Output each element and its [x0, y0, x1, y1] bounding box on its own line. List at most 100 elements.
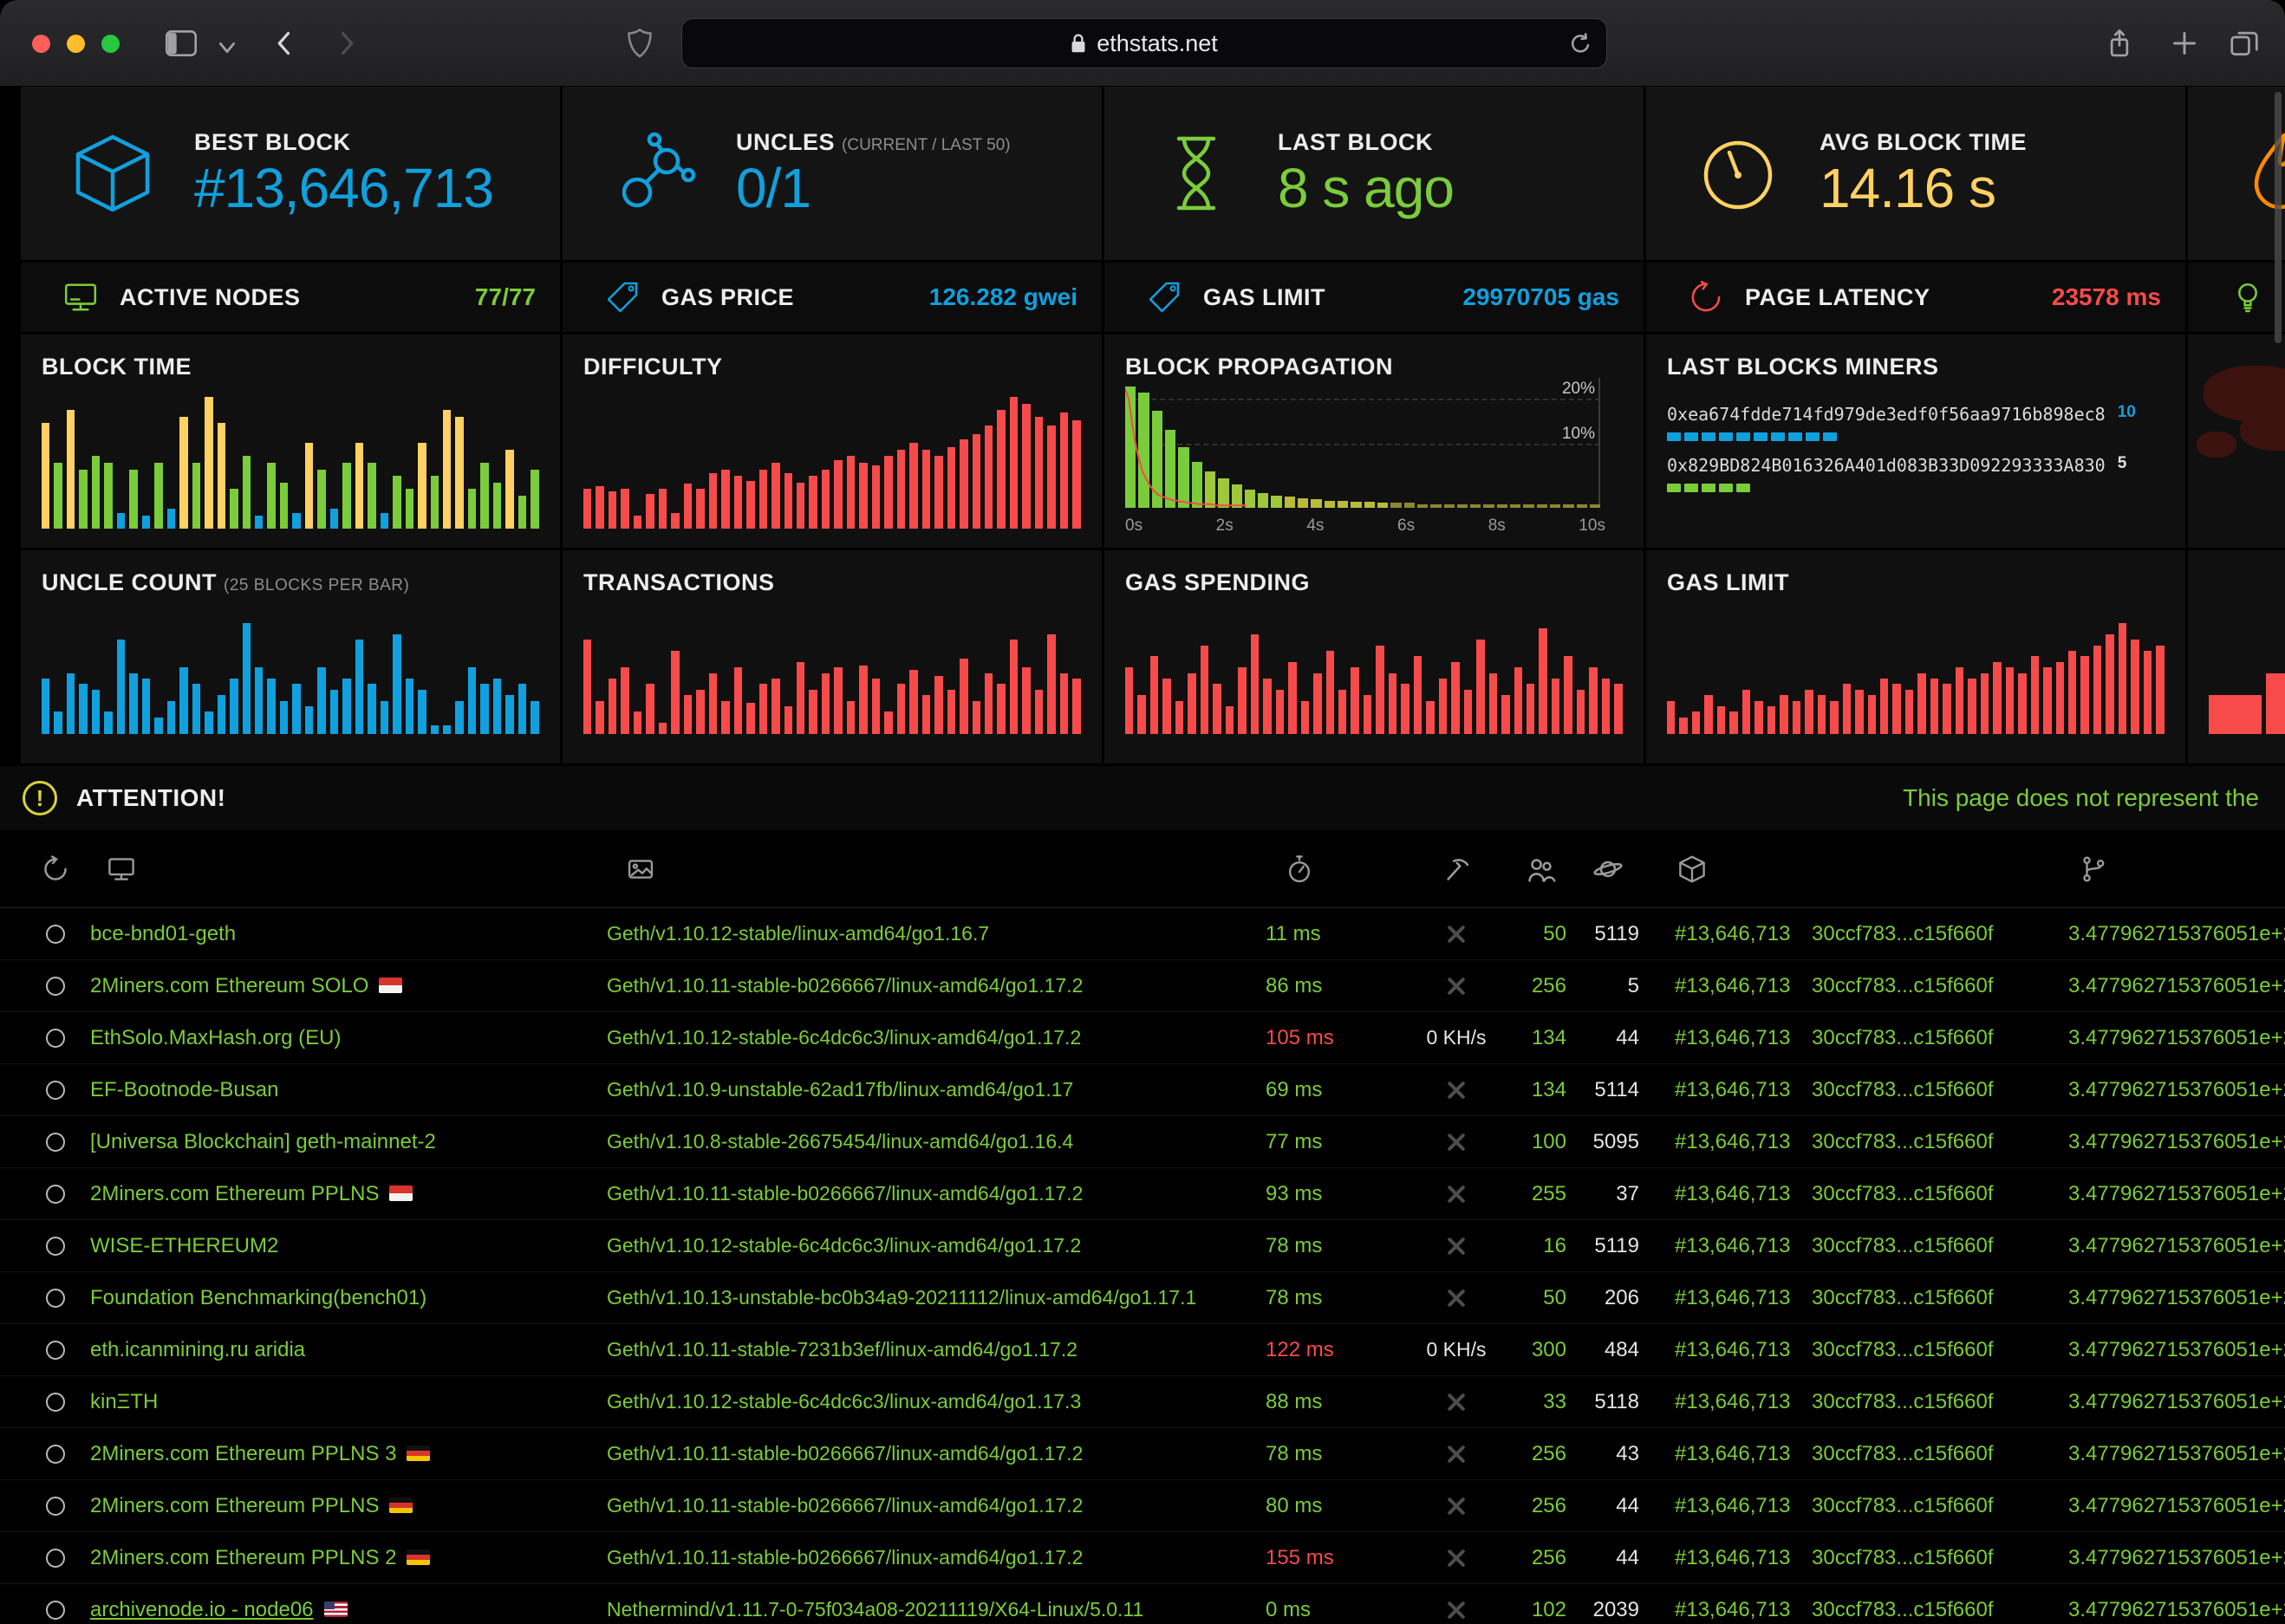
zoom-window-button[interactable] [101, 35, 120, 53]
node-status-icon[interactable] [46, 1497, 65, 1516]
miner-block-square [1771, 432, 1785, 441]
node-status-icon[interactable] [46, 1081, 65, 1100]
chart-bar [1364, 502, 1375, 508]
back-button-icon[interactable] [270, 29, 298, 58]
chart-bar [1060, 412, 1068, 529]
node-status-icon[interactable] [46, 1029, 65, 1048]
node-status-icon[interactable] [46, 977, 65, 996]
table-row[interactable]: EF-Bootnode-BusanGeth/v1.10.9-unstable-6… [0, 1064, 2285, 1116]
uncles-card: UNCLES(CURRENT / LAST 50) 0/1 [563, 87, 1102, 260]
chart-bar [847, 701, 855, 734]
block-time-chart-card: BLOCK TIME [21, 335, 560, 548]
flag-de-icon [389, 1497, 413, 1513]
chart-bar [721, 701, 729, 734]
chart-bar [42, 679, 49, 734]
node-status-icon[interactable] [46, 1341, 65, 1360]
sidebar-chevron-down-icon[interactable] [218, 42, 236, 54]
node-status-icon[interactable] [46, 1133, 65, 1152]
node-status-icon[interactable] [46, 1549, 65, 1568]
chart-bar [305, 443, 313, 529]
table-row[interactable]: 2Miners.com Ethereum PPLNS 3Geth/v1.10.1… [0, 1428, 2285, 1480]
miner-block-square [1702, 432, 1715, 441]
node-pending: 5119 [1594, 922, 1639, 945]
chart-bar [42, 423, 49, 529]
address-bar[interactable]: ethstats.net [681, 18, 1607, 68]
table-row[interactable]: Foundation Benchmarking(bench01)Geth/v1.… [0, 1272, 2285, 1324]
node-status-icon[interactable] [46, 1237, 65, 1256]
new-tab-icon[interactable] [2171, 29, 2198, 57]
table-row[interactable]: EthSolo.MaxHash.org (EU)Geth/v1.10.12-st… [0, 1012, 2285, 1064]
node-block-hash: 30ccf783...c15f660f [1812, 1286, 1993, 1309]
chart-bar [834, 460, 842, 529]
node-last-block: #13,646,713 [1675, 1338, 1790, 1361]
avg-block-time-value: 14.16 s [1820, 159, 2027, 218]
charts-row-1: BLOCK TIME DIFFICULTY BLOCK PROPAGATION … [21, 335, 2285, 548]
node-status-icon[interactable] [46, 1601, 65, 1620]
reload-icon[interactable] [1568, 31, 1592, 63]
chart-bar [1351, 502, 1361, 508]
chart-bar [684, 695, 692, 734]
node-block-hash: 30ccf783...c15f660f [1812, 1338, 1993, 1361]
forward-button-icon[interactable] [333, 29, 361, 58]
node-name: WISE-ETHEREUM2 [90, 1234, 278, 1257]
node-total-difficulty: 3.477962715376051e+21 [2068, 1546, 2285, 1569]
node-last-block: #13,646,713 [1675, 1286, 1790, 1309]
node-peers: 255 [1532, 1182, 1566, 1205]
chart-bar [1226, 706, 1234, 734]
table-row[interactable]: WISE-ETHEREUM2Geth/v1.10.12-stable-6c4dc… [0, 1220, 2285, 1272]
table-row[interactable]: 2Miners.com Ethereum PPLNSGeth/v1.10.11-… [0, 1480, 2285, 1532]
node-pending: 206 [1605, 1286, 1639, 1309]
chart-bar [1550, 504, 1560, 508]
vertical-scrollbar[interactable] [2275, 92, 2282, 343]
privacy-shield-icon[interactable] [626, 28, 654, 59]
node-status-icon[interactable] [46, 1393, 65, 1412]
tab-overview-icon[interactable] [2230, 29, 2259, 57]
chart-bar [1404, 503, 1415, 508]
node-status-icon[interactable] [46, 925, 65, 944]
node-block-hash: 30ccf783...c15f660f [1812, 1234, 1993, 1257]
table-row[interactable]: eth.icanmining.ru aridiaGeth/v1.10.11-st… [0, 1324, 2285, 1376]
chart-bar [784, 473, 792, 529]
chart-bar [1892, 684, 1900, 734]
sidebar-toggle-icon[interactable] [165, 29, 198, 57]
chart-bar [381, 513, 388, 529]
table-row[interactable]: bce-bnd01-gethGeth/v1.10.12-stable/linux… [0, 908, 2285, 960]
table-row[interactable]: 2Miners.com Ethereum PPLNSGeth/v1.10.11-… [0, 1168, 2285, 1220]
minimize-window-button[interactable] [67, 35, 85, 53]
chart-bar [1298, 498, 1308, 508]
chart-bar [292, 513, 300, 529]
node-status-icon[interactable] [46, 1185, 65, 1204]
chart-bar [493, 483, 501, 529]
table-row[interactable]: [Universa Blockchain] geth-mainnet-2Geth… [0, 1116, 2285, 1168]
chart-bar [292, 684, 300, 734]
chart-bar [243, 623, 251, 734]
table-row[interactable]: 2Miners.com Ethereum SOLOGeth/v1.10.11-s… [0, 960, 2285, 1012]
node-peers: 134 [1532, 1078, 1566, 1101]
node-latency: 78 ms [1266, 1286, 1322, 1309]
node-last-block: #13,646,713 [1675, 1182, 1790, 1205]
table-row[interactable]: 2Miners.com Ethereum PPLNS 2Geth/v1.10.1… [0, 1532, 2285, 1584]
node-status-icon[interactable] [46, 1289, 65, 1308]
node-block-hash: 30ccf783...c15f660f [1812, 1442, 1993, 1465]
node-client: Geth/v1.10.11-stable-7231b3ef/linux-amd6… [607, 1338, 1077, 1361]
client-image-icon [624, 854, 657, 884]
chart-bar [1483, 504, 1494, 508]
attention-icon: ! [23, 781, 57, 815]
gas-limit-card: GAS LIMIT 29970705 gas [1104, 263, 1644, 332]
x-axis-label: 10s [1579, 516, 1605, 536]
chart-bar [2144, 651, 2152, 734]
mining-off-icon [1445, 975, 1468, 997]
chart-bar [406, 489, 413, 529]
close-window-button[interactable] [32, 35, 50, 53]
table-row[interactable]: archivenode.io - node06Nethermind/v1.11.… [0, 1584, 2285, 1624]
table-row[interactable]: kinΞTHGeth/v1.10.12-stable-6c4dc6c3/linu… [0, 1376, 2285, 1428]
node-last-block: #13,646,713 [1675, 1598, 1790, 1621]
x-axis-label: 6s [1397, 516, 1415, 536]
chart-bar [1602, 679, 1610, 734]
chart-bar [317, 470, 325, 529]
share-icon[interactable] [2105, 26, 2134, 61]
node-status-icon[interactable] [46, 1445, 65, 1464]
node-block-hash: 30ccf783...c15f660f [1812, 974, 1993, 997]
x-axis-label: 0s [1125, 516, 1142, 536]
lightbulb-icon [2230, 279, 2266, 315]
